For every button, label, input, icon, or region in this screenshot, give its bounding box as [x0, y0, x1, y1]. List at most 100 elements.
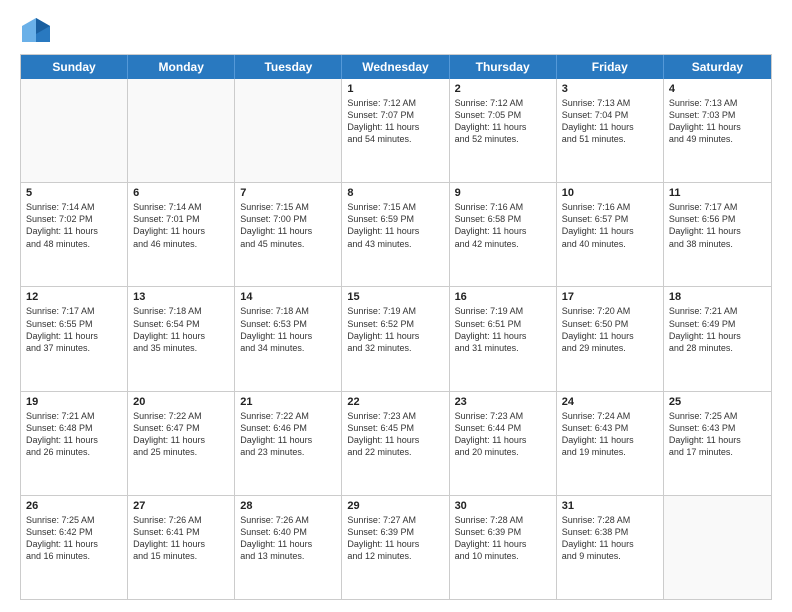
day-info: Sunrise: 7:25 AM Sunset: 6:42 PM Dayligh… [26, 514, 122, 563]
day-number: 2 [455, 83, 551, 95]
day-number: 1 [347, 83, 443, 95]
calendar-cell-r2-c5: 17 Sunrise: 7:20 AM Sunset: 6:50 PM Dayli… [557, 287, 664, 390]
day-info: Sunrise: 7:17 AM Sunset: 6:56 PM Dayligh… [669, 201, 766, 250]
calendar-cell-r3-c4: 23 Sunrise: 7:23 AM Sunset: 6:44 PM Dayli… [450, 392, 557, 495]
day-number: 15 [347, 291, 443, 303]
calendar-cell-r0-c2 [235, 79, 342, 182]
day-number: 16 [455, 291, 551, 303]
calendar-cell-r1-c0: 5 Sunrise: 7:14 AM Sunset: 7:02 PM Daylig… [21, 183, 128, 286]
day-info: Sunrise: 7:14 AM Sunset: 7:01 PM Dayligh… [133, 201, 229, 250]
calendar-cell-r0-c1 [128, 79, 235, 182]
day-info: Sunrise: 7:22 AM Sunset: 6:46 PM Dayligh… [240, 410, 336, 459]
day-info: Sunrise: 7:25 AM Sunset: 6:43 PM Dayligh… [669, 410, 766, 459]
calendar-cell-r2-c1: 13 Sunrise: 7:18 AM Sunset: 6:54 PM Dayli… [128, 287, 235, 390]
day-number: 7 [240, 187, 336, 199]
page: SundayMondayTuesdayWednesdayThursdayFrid… [0, 0, 792, 612]
calendar-cell-r4-c2: 28 Sunrise: 7:26 AM Sunset: 6:40 PM Dayli… [235, 496, 342, 599]
day-number: 10 [562, 187, 658, 199]
day-info: Sunrise: 7:22 AM Sunset: 6:47 PM Dayligh… [133, 410, 229, 459]
day-info: Sunrise: 7:12 AM Sunset: 7:05 PM Dayligh… [455, 97, 551, 146]
header [20, 16, 772, 44]
day-info: Sunrise: 7:27 AM Sunset: 6:39 PM Dayligh… [347, 514, 443, 563]
calendar-row-1: 5 Sunrise: 7:14 AM Sunset: 7:02 PM Daylig… [21, 183, 771, 287]
calendar-header-saturday: Saturday [664, 55, 771, 79]
day-info: Sunrise: 7:12 AM Sunset: 7:07 PM Dayligh… [347, 97, 443, 146]
calendar-cell-r2-c6: 18 Sunrise: 7:21 AM Sunset: 6:49 PM Dayli… [664, 287, 771, 390]
calendar-cell-r3-c5: 24Sunrise: 7:24 AM Sunset: 6:43 PM Dayli… [557, 392, 664, 495]
calendar-cell-r2-c3: 15Sunrise: 7:19 AM Sunset: 6:52 PM Dayli… [342, 287, 449, 390]
day-info: Sunrise: 7:14 AM Sunset: 7:02 PM Dayligh… [26, 201, 122, 250]
day-info: Sunrise: 7:18 AM Sunset: 6:54 PM Dayligh… [133, 305, 229, 354]
calendar-cell-r4-c6 [664, 496, 771, 599]
day-number: 3 [562, 83, 658, 95]
logo [20, 16, 56, 44]
calendar-header-sunday: Sunday [21, 55, 128, 79]
day-info: Sunrise: 7:16 AM Sunset: 6:58 PM Dayligh… [455, 201, 551, 250]
day-info: Sunrise: 7:15 AM Sunset: 6:59 PM Dayligh… [347, 201, 443, 250]
calendar-cell-r3-c6: 25 Sunrise: 7:25 AM Sunset: 6:43 PM Dayli… [664, 392, 771, 495]
calendar-body: 1 Sunrise: 7:12 AM Sunset: 7:07 PM Daylig… [21, 79, 771, 599]
day-info: Sunrise: 7:28 AM Sunset: 6:39 PM Dayligh… [455, 514, 551, 563]
day-number: 28 [240, 500, 336, 512]
day-info: Sunrise: 7:28 AM Sunset: 6:38 PM Dayligh… [562, 514, 658, 563]
day-info: Sunrise: 7:23 AM Sunset: 6:44 PM Dayligh… [455, 410, 551, 459]
calendar-cell-r4-c0: 26 Sunrise: 7:25 AM Sunset: 6:42 PM Dayli… [21, 496, 128, 599]
day-info: Sunrise: 7:13 AM Sunset: 7:03 PM Dayligh… [669, 97, 766, 146]
day-number: 14 [240, 291, 336, 303]
calendar-row-4: 26 Sunrise: 7:25 AM Sunset: 6:42 PM Dayli… [21, 496, 771, 599]
calendar-cell-r4-c3: 29 Sunrise: 7:27 AM Sunset: 6:39 PM Dayli… [342, 496, 449, 599]
day-number: 5 [26, 187, 122, 199]
day-number: 21 [240, 396, 336, 408]
calendar-cell-r0-c3: 1 Sunrise: 7:12 AM Sunset: 7:07 PM Daylig… [342, 79, 449, 182]
logo-icon [20, 16, 52, 44]
day-info: Sunrise: 7:18 AM Sunset: 6:53 PM Dayligh… [240, 305, 336, 354]
day-info: Sunrise: 7:17 AM Sunset: 6:55 PM Dayligh… [26, 305, 122, 354]
calendar-cell-r3-c0: 19 Sunrise: 7:21 AM Sunset: 6:48 PM Dayli… [21, 392, 128, 495]
day-number: 23 [455, 396, 551, 408]
day-number: 17 [562, 291, 658, 303]
day-info: Sunrise: 7:21 AM Sunset: 6:48 PM Dayligh… [26, 410, 122, 459]
calendar-header-friday: Friday [557, 55, 664, 79]
calendar-cell-r2-c2: 14 Sunrise: 7:18 AM Sunset: 6:53 PM Dayli… [235, 287, 342, 390]
day-info: Sunrise: 7:13 AM Sunset: 7:04 PM Dayligh… [562, 97, 658, 146]
calendar: SundayMondayTuesdayWednesdayThursdayFrid… [20, 54, 772, 600]
day-number: 25 [669, 396, 766, 408]
day-number: 13 [133, 291, 229, 303]
calendar-cell-r4-c1: 27Sunrise: 7:26 AM Sunset: 6:41 PM Dayli… [128, 496, 235, 599]
calendar-row-2: 12Sunrise: 7:17 AM Sunset: 6:55 PM Dayli… [21, 287, 771, 391]
day-info: Sunrise: 7:16 AM Sunset: 6:57 PM Dayligh… [562, 201, 658, 250]
calendar-cell-r1-c5: 10 Sunrise: 7:16 AM Sunset: 6:57 PM Dayli… [557, 183, 664, 286]
calendar-cell-r1-c1: 6Sunrise: 7:14 AM Sunset: 7:01 PM Daylig… [128, 183, 235, 286]
calendar-cell-r1-c2: 7Sunrise: 7:15 AM Sunset: 7:00 PM Daylig… [235, 183, 342, 286]
day-number: 29 [347, 500, 443, 512]
calendar-header-tuesday: Tuesday [235, 55, 342, 79]
day-number: 19 [26, 396, 122, 408]
calendar-cell-r0-c4: 2 Sunrise: 7:12 AM Sunset: 7:05 PM Daylig… [450, 79, 557, 182]
day-number: 9 [455, 187, 551, 199]
day-number: 18 [669, 291, 766, 303]
calendar-cell-r4-c5: 31Sunrise: 7:28 AM Sunset: 6:38 PM Dayli… [557, 496, 664, 599]
day-number: 8 [347, 187, 443, 199]
calendar-cell-r0-c0 [21, 79, 128, 182]
calendar-header-wednesday: Wednesday [342, 55, 449, 79]
day-number: 27 [133, 500, 229, 512]
calendar-cell-r2-c4: 16 Sunrise: 7:19 AM Sunset: 6:51 PM Dayli… [450, 287, 557, 390]
day-number: 26 [26, 500, 122, 512]
day-number: 11 [669, 187, 766, 199]
calendar-header: SundayMondayTuesdayWednesdayThursdayFrid… [21, 55, 771, 79]
day-number: 24 [562, 396, 658, 408]
day-info: Sunrise: 7:19 AM Sunset: 6:51 PM Dayligh… [455, 305, 551, 354]
calendar-cell-r1-c3: 8 Sunrise: 7:15 AM Sunset: 6:59 PM Daylig… [342, 183, 449, 286]
calendar-cell-r3-c1: 20 Sunrise: 7:22 AM Sunset: 6:47 PM Dayli… [128, 392, 235, 495]
calendar-cell-r1-c4: 9 Sunrise: 7:16 AM Sunset: 6:58 PM Daylig… [450, 183, 557, 286]
day-number: 30 [455, 500, 551, 512]
day-info: Sunrise: 7:20 AM Sunset: 6:50 PM Dayligh… [562, 305, 658, 354]
day-number: 22 [347, 396, 443, 408]
calendar-row-3: 19 Sunrise: 7:21 AM Sunset: 6:48 PM Dayli… [21, 392, 771, 496]
day-info: Sunrise: 7:21 AM Sunset: 6:49 PM Dayligh… [669, 305, 766, 354]
day-number: 4 [669, 83, 766, 95]
calendar-cell-r4-c4: 30 Sunrise: 7:28 AM Sunset: 6:39 PM Dayli… [450, 496, 557, 599]
calendar-header-monday: Monday [128, 55, 235, 79]
day-info: Sunrise: 7:26 AM Sunset: 6:40 PM Dayligh… [240, 514, 336, 563]
day-number: 20 [133, 396, 229, 408]
